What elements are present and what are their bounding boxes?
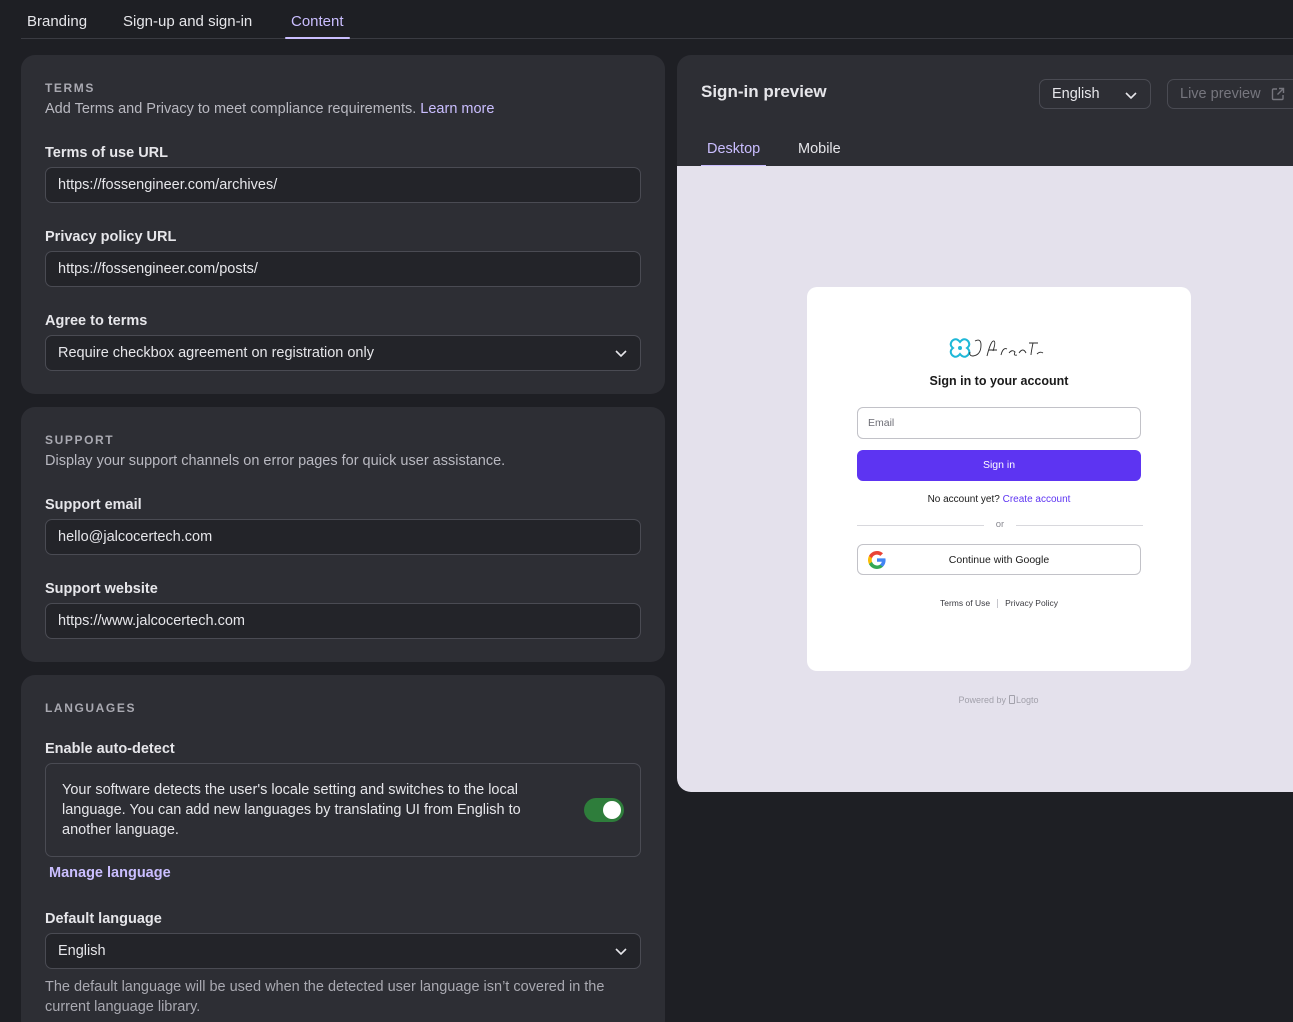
- powered-by-text: Powered by: [958, 695, 1006, 705]
- legal-separator: [997, 599, 999, 609]
- support-section-title: SUPPORT: [45, 433, 115, 447]
- sign-in-preview-panel: Sign-in preview English Live preview Des…: [677, 55, 1293, 792]
- preview-title: Sign-in preview: [701, 82, 827, 101]
- default-language-value: English: [58, 943, 106, 959]
- privacy-policy-link[interactable]: Privacy Policy: [1005, 598, 1058, 608]
- sign-in-title: Sign in to your account: [929, 374, 1069, 388]
- terms-description: Add Terms and Privacy to meet compliance…: [45, 101, 494, 117]
- chevron-down-icon: [1125, 92, 1137, 100]
- terms-section-title: TERMS: [45, 81, 95, 95]
- google-icon: [868, 551, 886, 569]
- sign-in-card: Sign in to your account Email Sign in No…: [807, 287, 1191, 671]
- manage-language-link[interactable]: Manage language: [49, 865, 171, 881]
- chevron-down-icon: [615, 350, 627, 358]
- languages-section-title: LANGUAGES: [45, 701, 137, 715]
- preview-sign-in-button[interactable]: Sign in: [857, 450, 1141, 481]
- terms-of-use-link[interactable]: Terms of Use: [940, 598, 990, 608]
- toggle-knob: [603, 801, 621, 819]
- terms-card: TERMS Add Terms and Privacy to meet comp…: [21, 55, 665, 394]
- terms-url-label: Terms of use URL: [45, 145, 169, 161]
- tab-content[interactable]: Content: [285, 13, 350, 39]
- preview-email-input[interactable]: Email: [857, 407, 1141, 439]
- tab-branding[interactable]: Branding: [21, 13, 93, 39]
- terms-description-text: Add Terms and Privacy to meet compliance…: [45, 101, 417, 117]
- terms-url-input[interactable]: https://fossengineer.com/archives/: [45, 167, 641, 203]
- preview-language-value: English: [1052, 86, 1100, 102]
- default-language-select[interactable]: English: [45, 933, 641, 969]
- support-website-label: Support website: [45, 581, 158, 597]
- default-language-label: Default language: [45, 911, 162, 927]
- tab-desktop[interactable]: Desktop: [701, 141, 767, 167]
- create-account-link[interactable]: Create account: [1003, 494, 1071, 505]
- preview-canvas: Sign in to your account Email Sign in No…: [677, 166, 1293, 792]
- learn-more-link[interactable]: Learn more: [420, 101, 494, 117]
- logto-logo-icon: [1009, 695, 1015, 704]
- agree-to-terms-value: Require checkbox agreement on registrati…: [58, 345, 374, 361]
- agree-to-terms-select[interactable]: Require checkbox agreement on registrati…: [45, 335, 641, 371]
- divider-line-right: [1016, 525, 1143, 526]
- top-tab-bar: Branding Sign-up and sign-in Content: [21, 0, 1293, 39]
- tab-sign-up-and-sign-in[interactable]: Sign-up and sign-in: [117, 13, 258, 39]
- continue-with-google-button[interactable]: Continue with Google: [857, 544, 1141, 575]
- privacy-url-label: Privacy policy URL: [45, 229, 177, 245]
- external-link-icon: [1271, 87, 1285, 101]
- page: Branding Sign-up and sign-in Content TER…: [0, 0, 1293, 1022]
- preview-language-select[interactable]: English: [1039, 79, 1151, 109]
- powered-by-brand: Logto: [1016, 695, 1039, 705]
- legal-links: Terms of Use Privacy Policy: [807, 598, 1191, 609]
- support-email-label: Support email: [45, 497, 142, 513]
- privacy-url-input[interactable]: https://fossengineer.com/posts/: [45, 251, 641, 287]
- support-description: Display your support channels on error p…: [45, 453, 506, 469]
- autodetect-label: Enable auto-detect: [45, 741, 175, 757]
- no-account-line: No account yet? Create account: [807, 494, 1191, 505]
- chevron-down-icon: [615, 948, 627, 956]
- support-email-input[interactable]: hello@jalcocertech.com: [45, 519, 641, 555]
- languages-card: LANGUAGES Enable auto-detect Your softwa…: [21, 675, 665, 1022]
- google-button-label: Continue with Google: [948, 554, 1050, 566]
- brand-logo: [949, 338, 1044, 358]
- agree-to-terms-label: Agree to terms: [45, 313, 148, 329]
- support-card: SUPPORT Display your support channels on…: [21, 407, 665, 662]
- autodetect-description: Your software detects the user's locale …: [62, 782, 521, 838]
- live-preview-button[interactable]: Live preview: [1167, 79, 1293, 109]
- support-website-input[interactable]: https://www.jalcocertech.com: [45, 603, 641, 639]
- default-language-help: The default language will be used when t…: [45, 979, 605, 1015]
- live-preview-label: Live preview: [1180, 86, 1261, 102]
- or-divider: or: [857, 519, 1143, 530]
- autodetect-box: Your software detects the user's locale …: [45, 763, 641, 857]
- tab-mobile[interactable]: Mobile: [792, 141, 847, 167]
- autodetect-toggle[interactable]: [584, 798, 624, 822]
- powered-by-footer: Powered by Logto: [677, 695, 1293, 705]
- no-account-text: No account yet?: [927, 494, 1000, 505]
